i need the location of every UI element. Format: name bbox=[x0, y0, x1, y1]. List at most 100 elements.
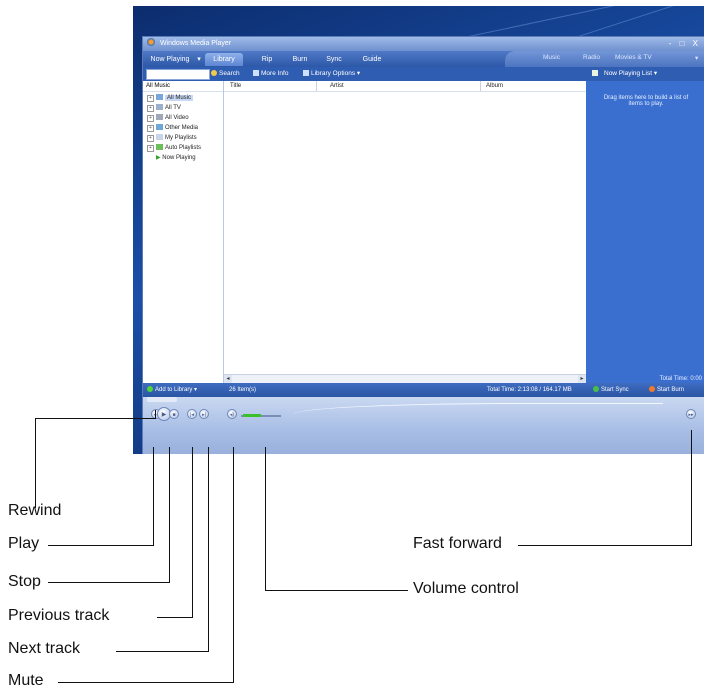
leader-fast-forward-vertical bbox=[691, 430, 692, 546]
music-note-icon bbox=[156, 94, 163, 100]
wallpaper-streak bbox=[465, 6, 661, 38]
leader-rewind bbox=[35, 418, 36, 508]
now-playing-list-header[interactable]: Now Playing List ▾ bbox=[586, 67, 704, 81]
leader-next-track bbox=[116, 651, 209, 652]
now-playing-list-label: Now Playing List bbox=[604, 70, 653, 77]
tab-library[interactable]: Library bbox=[205, 53, 243, 66]
title-bar: Windows Media Player - □ X bbox=[143, 37, 704, 51]
search-label: Search bbox=[219, 70, 240, 77]
scroll-left-icon[interactable]: ◂ bbox=[224, 375, 232, 383]
tree-item-auto-playlists[interactable]: + Auto Playlists bbox=[147, 144, 201, 152]
chevron-down-icon[interactable]: ▾ bbox=[695, 54, 698, 62]
fast-forward-button[interactable]: ▸▸ bbox=[686, 409, 696, 419]
tree-item-all-tv[interactable]: + All TV bbox=[147, 104, 181, 112]
leader-stop bbox=[48, 582, 170, 583]
tree-item-other-media[interactable]: + Other Media bbox=[147, 124, 198, 132]
film-icon bbox=[156, 114, 163, 120]
column-artist[interactable]: Artist bbox=[330, 81, 344, 91]
library-tree-pane: All Music + All Music + All TV + All Video … bbox=[143, 81, 224, 383]
leader-stop-vertical bbox=[169, 447, 170, 583]
window-title: Windows Media Player bbox=[159, 40, 232, 47]
library-icon bbox=[303, 70, 309, 76]
horizontal-scrollbar[interactable]: ◂ ▸ bbox=[224, 374, 586, 383]
plus-icon bbox=[147, 386, 153, 392]
playback-controls: ◂◂ ▶ ■ |◂ ▸| ◂) ▸▸ bbox=[143, 397, 704, 454]
search-icon bbox=[211, 70, 217, 76]
seek-bar[interactable] bbox=[147, 397, 177, 402]
item-count: 26 Item(s) bbox=[229, 387, 257, 393]
tab-burn[interactable]: Burn bbox=[287, 53, 313, 66]
search-input[interactable] bbox=[146, 69, 210, 80]
tab-movies-tv[interactable]: Movies & TV bbox=[615, 54, 652, 61]
playlist-icon bbox=[156, 134, 163, 140]
leader-next-track-vertical bbox=[208, 447, 209, 652]
other-media-icon bbox=[156, 124, 163, 130]
tab-sync[interactable]: Sync bbox=[321, 53, 347, 66]
now-playing-list-pane: Drag items here to build a list of items… bbox=[586, 81, 704, 383]
callout-volume-control: Volume control bbox=[413, 580, 519, 597]
library-options-button[interactable]: Library Options ▾ bbox=[303, 67, 360, 81]
search-button[interactable]: Search bbox=[211, 67, 240, 81]
status-bar: Add to Library ▾ 26 Item(s) Total Time: … bbox=[143, 383, 704, 397]
tree-header: All Music bbox=[143, 81, 223, 92]
leader-play-vertical bbox=[153, 447, 154, 546]
column-album[interactable]: Album bbox=[486, 81, 503, 91]
leader-volume-control-vertical bbox=[265, 447, 266, 591]
column-separator[interactable] bbox=[480, 81, 481, 91]
more-info-label: More Info bbox=[261, 70, 289, 77]
tab-rip[interactable]: Rip bbox=[255, 53, 279, 66]
tab-guide[interactable]: Guide bbox=[357, 53, 387, 66]
screenshot: Windows Media Player - □ X Now Playing ▾… bbox=[133, 6, 704, 454]
tree-item-all-music[interactable]: + All Music bbox=[147, 94, 194, 102]
tree-item-my-playlists[interactable]: + My Playlists bbox=[147, 134, 197, 142]
callout-mute: Mute bbox=[8, 672, 44, 689]
leader-mute-vertical bbox=[233, 447, 234, 683]
stop-button[interactable]: ■ bbox=[169, 409, 179, 419]
leader-previous-track-vertical bbox=[192, 447, 193, 618]
total-time: Total Time: 2:13:08 / 164.17 MB bbox=[487, 387, 572, 393]
volume-level bbox=[243, 414, 261, 417]
leader-fast-forward bbox=[518, 545, 692, 546]
sync-icon bbox=[593, 386, 599, 392]
next-track-button[interactable]: ▸| bbox=[199, 409, 209, 419]
window-buttons[interactable]: - □ X bbox=[669, 37, 701, 51]
tab-now-playing[interactable]: Now Playing bbox=[145, 53, 195, 66]
tab-radio[interactable]: Radio bbox=[583, 54, 600, 61]
leader-mute bbox=[58, 682, 234, 683]
chevron-down-icon[interactable]: ▾ bbox=[195, 53, 203, 66]
callout-play: Play bbox=[8, 535, 40, 552]
leader-volume-control bbox=[265, 590, 408, 591]
tree-item-all-video[interactable]: + All Video bbox=[147, 114, 189, 122]
start-burn-button[interactable]: Start Burn bbox=[649, 383, 684, 397]
callout-previous-track: Previous track bbox=[8, 607, 110, 624]
list-icon bbox=[592, 70, 598, 76]
callout-fast-forward: Fast forward bbox=[413, 535, 502, 552]
mute-button[interactable]: ◂) bbox=[227, 409, 237, 419]
control-bar-swoosh bbox=[293, 403, 663, 422]
tree-item-now-playing[interactable]: ▶ Now Playing bbox=[156, 154, 196, 162]
start-sync-button[interactable]: Start Sync bbox=[593, 383, 629, 397]
previous-track-button[interactable]: |◂ bbox=[187, 409, 197, 419]
tv-icon bbox=[156, 104, 163, 110]
leader-rewind-top bbox=[35, 418, 155, 419]
leader-previous-track bbox=[157, 617, 193, 618]
library-list: Title Artist Album ◂ ▸ bbox=[224, 81, 586, 383]
column-title[interactable]: Title bbox=[230, 81, 241, 91]
library-options-label: Library Options bbox=[311, 70, 356, 77]
leader-rewind-tick bbox=[155, 410, 156, 419]
drag-hint: Drag items here to build a list of items… bbox=[603, 95, 689, 107]
callout-next-track: Next track bbox=[8, 640, 81, 657]
auto-playlist-icon bbox=[156, 144, 163, 150]
media-player-logo-icon bbox=[147, 38, 155, 46]
column-separator[interactable] bbox=[316, 81, 317, 91]
more-info-button[interactable]: More Info bbox=[253, 67, 288, 81]
media-player-window: Windows Media Player - □ X Now Playing ▾… bbox=[142, 36, 704, 454]
tab-bar: Now Playing ▾ Library Rip Burn Sync Guid… bbox=[143, 51, 704, 67]
list-total-time: Total Time: 0:00 bbox=[659, 376, 702, 382]
tab-music[interactable]: Music bbox=[543, 54, 560, 61]
burn-icon bbox=[649, 386, 655, 392]
info-icon bbox=[253, 70, 259, 76]
online-store-tabs: Music Radio Movies & TV ▾ bbox=[505, 51, 704, 67]
scroll-right-icon[interactable]: ▸ bbox=[578, 375, 586, 383]
add-to-library-button[interactable]: Add to Library ▾ bbox=[147, 383, 197, 397]
